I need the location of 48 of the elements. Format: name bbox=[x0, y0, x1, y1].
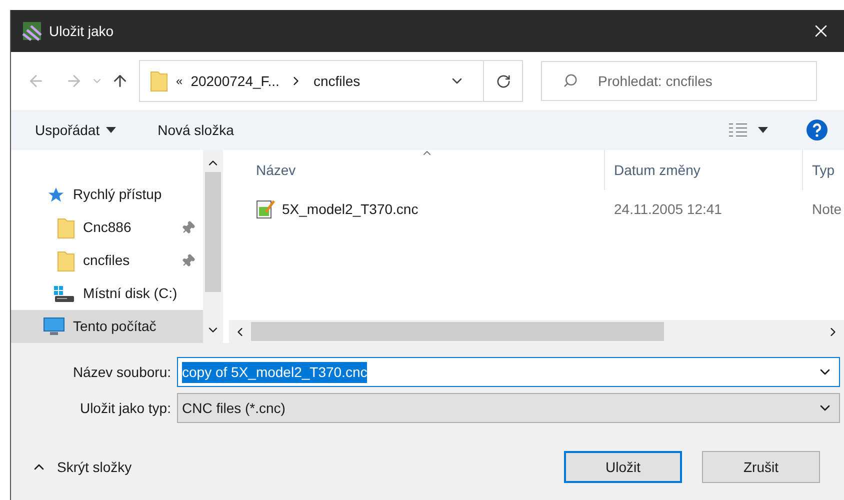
hide-folders-button[interactable]: Skrýt složky bbox=[31, 456, 132, 478]
window-title: Uložit jako bbox=[49, 22, 115, 41]
sidebar-item[interactable]: Rychlý přístup bbox=[11, 178, 203, 211]
overflow-chevrons[interactable]: « bbox=[176, 72, 183, 90]
monitor-icon bbox=[43, 316, 65, 336]
sidebar-item[interactable]: Tento počítač bbox=[11, 310, 203, 343]
column-header[interactable]: Název bbox=[229, 150, 605, 190]
dialog-button[interactable]: Uložit bbox=[564, 451, 682, 483]
list-view-icon bbox=[728, 122, 748, 138]
sidebar-item[interactable]: Cnc886 bbox=[11, 211, 203, 244]
caret-icon bbox=[758, 127, 768, 133]
field-label: Název souboru: bbox=[72, 362, 172, 382]
caret-icon bbox=[106, 127, 116, 133]
field-label: Uložit jako typ: bbox=[78, 398, 172, 418]
folder-icon bbox=[57, 216, 75, 238]
help-icon[interactable] bbox=[806, 119, 828, 141]
scroll-thumb[interactable] bbox=[205, 172, 221, 292]
new-folder-button[interactable]: Nová složka bbox=[158, 120, 234, 140]
breadcrumb[interactable]: 20200724_F... bbox=[190, 70, 280, 92]
app-icon bbox=[21, 20, 43, 42]
scroll-thumb[interactable] bbox=[251, 322, 664, 341]
file-date: 24.11.2005 12:41 bbox=[613, 200, 723, 218]
file-type: Note bbox=[811, 200, 842, 218]
drive-icon bbox=[53, 284, 75, 302]
search-field[interactable]: Prohledat: cncfiles bbox=[541, 61, 817, 101]
vertical-scrollbar[interactable] bbox=[203, 150, 223, 343]
folder-icon bbox=[150, 70, 168, 92]
dialog-button[interactable]: Zrušit bbox=[702, 451, 820, 483]
up-icon[interactable] bbox=[111, 72, 129, 90]
file-name: 5X_model2_T370.cnc bbox=[282, 200, 418, 219]
breadcrumb[interactable]: cncfiles bbox=[313, 70, 360, 92]
refresh-icon[interactable] bbox=[496, 74, 510, 88]
address-bar[interactable]: « 20200724_F... cncfiles bbox=[139, 60, 523, 102]
sidebar-item[interactable]: cncfiles bbox=[11, 244, 203, 277]
search-icon bbox=[563, 73, 578, 88]
sidebar-item[interactable]: Místní disk (C:) bbox=[11, 277, 203, 310]
file-row[interactable]: 5X_model2_T370.cnc 24.11.2005 12:41 Note bbox=[229, 190, 844, 228]
column-header[interactable]: Typ bbox=[803, 150, 835, 190]
file-type-dropdown[interactable]: CNC files (*.cnc) bbox=[177, 393, 840, 423]
star-icon bbox=[47, 186, 65, 204]
folder-icon bbox=[57, 250, 75, 272]
text-file-icon bbox=[256, 198, 276, 220]
horizontal-scrollbar[interactable] bbox=[229, 320, 844, 343]
view-button[interactable] bbox=[728, 122, 768, 138]
organize-button[interactable]: Uspořádat bbox=[35, 120, 116, 140]
column-header[interactable]: Datum změny bbox=[605, 150, 803, 190]
file-name-field[interactable]: copy of 5X_model2_T370.cnc bbox=[177, 357, 840, 387]
field-value: copy of 5X_model2_T370.cnc bbox=[182, 362, 368, 382]
